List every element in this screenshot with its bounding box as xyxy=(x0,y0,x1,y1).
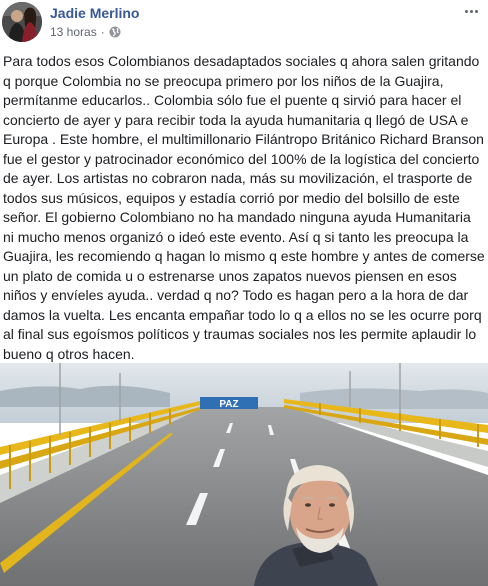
post-header: Jadie Merlino 13 horas · xyxy=(0,0,488,46)
paz-sign: PAZ xyxy=(219,399,238,410)
post-meta: 13 horas · xyxy=(50,25,121,39)
author-name[interactable]: Jadie Merlino xyxy=(50,5,139,21)
meta-separator: · xyxy=(100,25,105,39)
globe-icon xyxy=(109,26,121,38)
avatar[interactable] xyxy=(2,2,42,42)
post-text: Para todos esos Colombianos desadaptados… xyxy=(3,53,485,362)
more-options-icon[interactable] xyxy=(462,4,480,18)
post-photo[interactable]: PAZ xyxy=(0,363,488,586)
post-timestamp[interactable]: 13 horas xyxy=(50,25,97,39)
